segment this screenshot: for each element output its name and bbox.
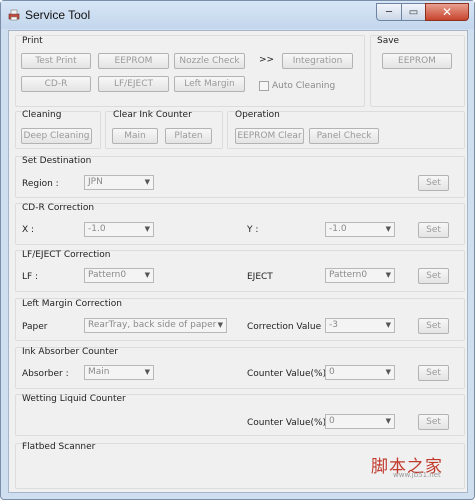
- absorber-label: Absorber :: [22, 369, 69, 379]
- eject-select[interactable]: Pattern0 ▼: [325, 268, 395, 283]
- integration-button[interactable]: Integration: [282, 53, 353, 69]
- chevron-down-icon: ▼: [385, 368, 391, 376]
- lf-select[interactable]: Pattern0 ▼: [84, 268, 154, 283]
- clear-ink-counter-title: Clear Ink Counter: [113, 110, 192, 120]
- set-absorber-button[interactable]: Set: [418, 365, 449, 381]
- chevron-down-icon: ▼: [385, 417, 391, 425]
- auto-cleaning-label: Auto Cleaning: [272, 81, 336, 91]
- maximize-button[interactable]: ▭: [401, 3, 426, 21]
- lf-eject-correction-title: LF/EJECT Correction: [22, 250, 111, 260]
- window-title: Service Tool: [25, 8, 91, 22]
- set-cdr-button[interactable]: Set: [418, 222, 449, 238]
- correction-value-select[interactable]: -3 ▼: [325, 318, 395, 333]
- close-button[interactable]: ✕: [425, 3, 469, 21]
- minimize-icon: ─: [385, 6, 393, 18]
- x-label: X :: [22, 225, 35, 235]
- eject-value: Pattern0: [329, 270, 368, 280]
- eeprom-clear-button[interactable]: EEPROM Clear: [235, 128, 304, 144]
- service-tool-window: Service Tool ─ ▭ ✕ Print Test Print EEPR…: [0, 0, 475, 500]
- set-wetting-button[interactable]: Set: [418, 414, 449, 430]
- chevron-down-icon: ▼: [217, 321, 223, 329]
- absorber-counter-value: 0: [329, 367, 335, 377]
- lf-eject-print-button[interactable]: LF/EJECT: [98, 76, 169, 92]
- chevron-down-icon: ▼: [144, 368, 150, 376]
- chevron-down-icon: ▼: [144, 178, 150, 186]
- auto-cleaning-checkbox[interactable]: [259, 81, 269, 91]
- deep-cleaning-button[interactable]: Deep Cleaning: [21, 128, 92, 144]
- y-label: Y :: [247, 225, 259, 235]
- nozzle-check-button[interactable]: Nozzle Check: [174, 53, 245, 69]
- cdr-print-button[interactable]: CD-R: [21, 76, 91, 92]
- chevron-down-icon: ▼: [144, 225, 150, 233]
- site-watermark: 脚本之家 www.jb51.net: [371, 452, 443, 479]
- set-lf-eject-button[interactable]: Set: [418, 268, 449, 284]
- printer-app-icon: [8, 9, 20, 21]
- y-select[interactable]: -1.0 ▼: [325, 222, 395, 237]
- lf-value: Pattern0: [88, 270, 127, 280]
- wetting-counter-value: 0: [329, 416, 335, 426]
- left-margin-correction-title: Left Margin Correction: [22, 299, 122, 309]
- chevron-down-icon: ▼: [144, 271, 150, 279]
- set-left-margin-button[interactable]: Set: [418, 318, 449, 334]
- chevron-down-icon: ▼: [385, 321, 391, 329]
- operation-group-title: Operation: [235, 110, 280, 120]
- clear-main-button[interactable]: Main: [112, 128, 158, 144]
- save-eeprom-button[interactable]: EEPROM: [382, 53, 452, 69]
- eeprom-print-button[interactable]: EEPROM: [98, 53, 169, 69]
- cdr-correction-title: CD-R Correction: [22, 203, 95, 213]
- paper-label: Paper: [22, 322, 48, 332]
- eject-label: EJECT: [247, 272, 273, 282]
- panel-check-button[interactable]: Panel Check: [309, 128, 379, 144]
- correction-value-label: Correction Value: [247, 322, 322, 332]
- cleaning-group-title: Cleaning: [22, 110, 62, 120]
- wetting-liquid-counter-title: Wetting Liquid Counter: [22, 394, 126, 404]
- left-margin-print-button[interactable]: Left Margin: [174, 76, 245, 92]
- absorber-counter-value-label: Counter Value(%): [247, 369, 327, 379]
- x-select[interactable]: -1.0 ▼: [84, 222, 154, 237]
- absorber-select[interactable]: Main ▼: [84, 365, 154, 380]
- region-select[interactable]: JPN ▼: [84, 175, 154, 190]
- region-label: Region :: [22, 179, 59, 189]
- chevron-down-icon: ▼: [385, 271, 391, 279]
- minimize-button[interactable]: ─: [376, 3, 402, 21]
- correction-value: -3: [329, 320, 338, 330]
- absorber-value: Main: [88, 367, 110, 377]
- absorber-counter-select[interactable]: 0 ▼: [325, 365, 395, 380]
- test-print-button[interactable]: Test Print: [21, 53, 91, 69]
- flatbed-scanner-title: Flatbed Scanner: [22, 442, 96, 452]
- chevron-down-icon: ▼: [385, 225, 391, 233]
- print-group: [15, 35, 365, 107]
- paper-select[interactable]: RearTray, back side of paper ▼: [84, 318, 227, 333]
- ink-absorber-counter-title: Ink Absorber Counter: [22, 347, 118, 357]
- lf-label: LF :: [22, 272, 39, 282]
- maximize-icon: ▭: [408, 6, 419, 18]
- paper-value: RearTray, back side of paper: [88, 320, 217, 330]
- set-destination-title: Set Destination: [22, 156, 92, 166]
- more-arrow-label: >>: [259, 55, 275, 65]
- x-value: -1.0: [88, 224, 106, 234]
- clear-platen-button[interactable]: Platen: [165, 128, 212, 144]
- region-value: JPN: [88, 177, 103, 187]
- save-group-title: Save: [377, 36, 400, 46]
- title-bar[interactable]: Service Tool ─ ▭ ✕: [1, 1, 474, 29]
- wetting-counter-select[interactable]: 0 ▼: [325, 414, 395, 429]
- print-group-title: Print: [22, 36, 43, 46]
- set-destination-button[interactable]: Set: [418, 175, 449, 191]
- client-area: Print Test Print EEPROM Nozzle Check >> …: [8, 30, 468, 493]
- watermark-url: www.jb51.net: [393, 471, 441, 479]
- close-icon: ✕: [441, 5, 453, 19]
- wetting-counter-value-label: Counter Value(%): [247, 418, 327, 428]
- y-value: -1.0: [329, 224, 347, 234]
